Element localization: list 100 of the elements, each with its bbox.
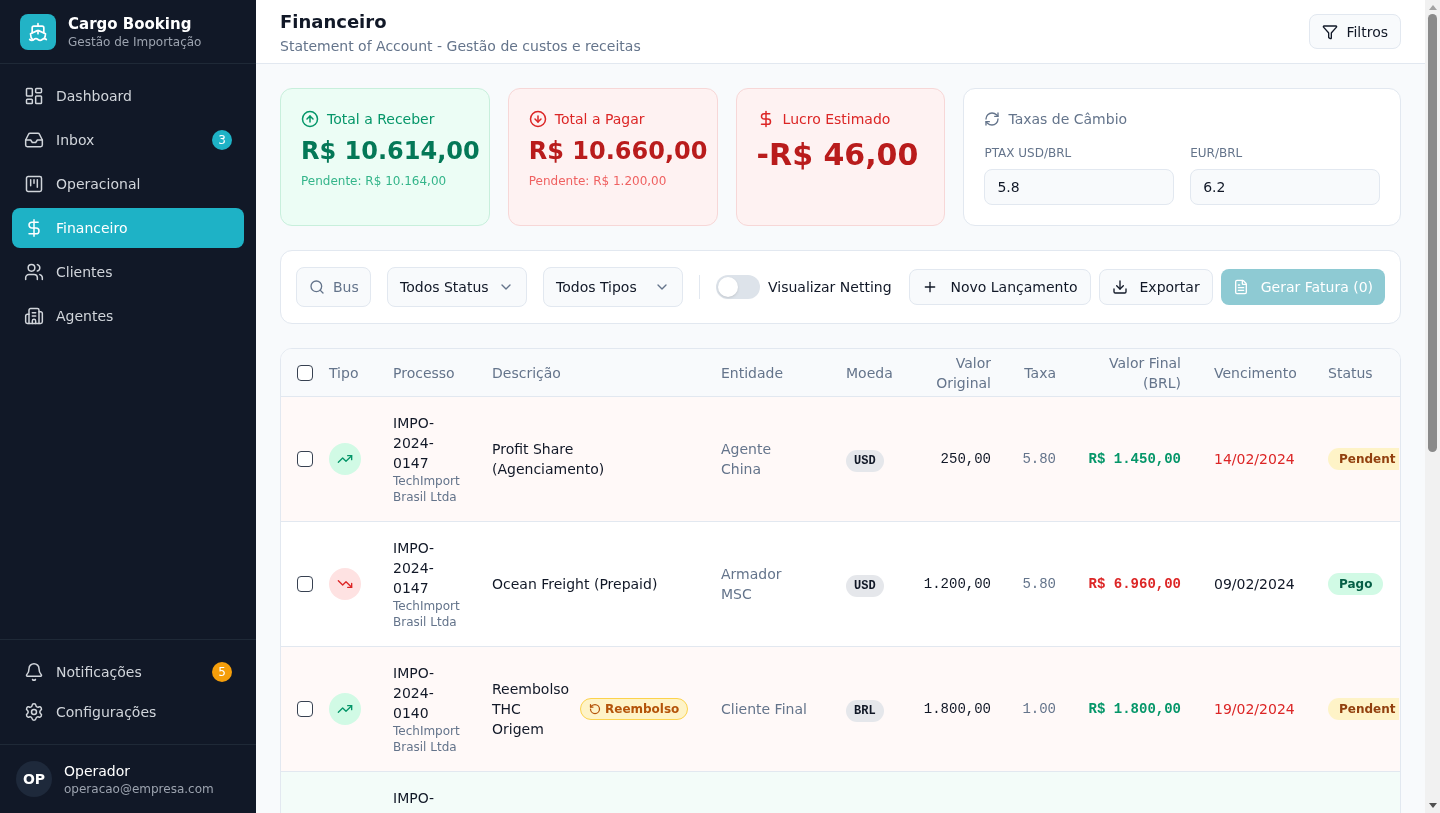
column-header: Entidade <box>721 363 784 383</box>
rate-text: 1.00 <box>1022 700 1056 719</box>
due-date-text: 14/02/2024 <box>1214 451 1295 467</box>
dashboard-icon <box>24 86 44 106</box>
final-amount-text: R$ 1.450,00 <box>1088 450 1181 469</box>
nav-item[interactable]: Configurações <box>12 692 244 732</box>
building-icon <box>24 306 44 326</box>
nav-item[interactable]: Dashboard <box>12 76 244 116</box>
card-title: Total a Receber <box>327 110 435 129</box>
process-number: IMPO- <box>393 789 436 808</box>
due-date-text: 09/02/2024 <box>1214 576 1295 592</box>
nav-item[interactable]: Operacional <box>12 164 244 204</box>
download-icon <box>1111 279 1128 295</box>
entity-text: Agente China <box>721 440 773 479</box>
kanban-icon <box>24 174 44 194</box>
currency-tag: BRL <box>846 699 884 722</box>
process-number: IMPO-2024-0140 <box>393 664 436 723</box>
refund-tag: Reembolso <box>580 698 689 720</box>
currency-tag: USD <box>846 574 884 597</box>
refresh-icon <box>984 111 1001 127</box>
client-name: TechImport Brasil Ltda <box>393 473 461 505</box>
page-subtitle: Statement of Account - Gestão de custos e receitas <box>280 36 641 56</box>
card-note: Pendente: R$ 10.164,00 <box>301 173 447 189</box>
status-badge: Pago <box>1328 573 1384 595</box>
process-number: IMPO-2024-0147 <box>393 414 436 473</box>
nav-item[interactable]: Agentes <box>12 296 244 336</box>
arrow-up-circle-icon <box>301 110 319 128</box>
final-amount-text: R$ 1.800,00 <box>1088 700 1181 719</box>
amount-text: 250,00 <box>940 450 991 469</box>
rate-input[interactable]: 6.2 <box>1190 169 1380 205</box>
rotate-icon <box>589 703 601 715</box>
card-note: Pendente: R$ 1.200,00 <box>528 173 667 189</box>
nav-item[interactable]: Notificações 5 <box>12 652 244 692</box>
column-header: Status <box>1328 363 1373 383</box>
user-name: Operador <box>64 762 132 781</box>
due-date-text: 19/02/2024 <box>1214 701 1295 717</box>
row-checkbox[interactable] <box>297 576 313 592</box>
amount-text: 1.800,00 <box>923 700 991 719</box>
netting-toggle[interactable] <box>716 275 760 299</box>
card-title: Lucro Estimado <box>782 110 891 129</box>
row-checkbox[interactable] <box>297 701 313 717</box>
column-header: Vencimento <box>1214 363 1297 383</box>
status-badge: Pendent <box>1328 698 1400 720</box>
filter-select[interactable]: Todos Tipos <box>543 267 683 307</box>
process-number: IMPO-2024-0147 <box>393 539 436 598</box>
column-header: Tipo <box>329 363 359 383</box>
column-header: Moeda <box>846 363 893 383</box>
notifications-icon <box>24 662 44 682</box>
column-header: Processo <box>393 363 455 383</box>
description-text: Ocean Freight (Prepaid) <box>492 575 658 594</box>
field-label: PTAX USD/BRL <box>984 145 1073 161</box>
final-amount-text: R$ 6.960,00 <box>1088 575 1181 594</box>
entity-text: Cliente Final <box>721 700 808 719</box>
entity-text: Armador MSC <box>721 565 783 604</box>
card-value: R$ 10.660,00 <box>528 137 708 165</box>
column-header: Valor Original <box>935 353 991 393</box>
amount-text: 1.200,00 <box>923 575 991 594</box>
search-field[interactable]: Bus <box>296 267 371 307</box>
card-value: -R$ 46,00 <box>756 137 919 173</box>
page-title: Financeiro <box>280 9 388 34</box>
inbox-icon <box>24 130 44 150</box>
action-button[interactable]: Novo Lançamento <box>909 269 1091 305</box>
rate-text: 5.80 <box>1022 450 1056 469</box>
card-title: Taxas de Câmbio <box>1008 110 1128 129</box>
card-title: Total a Pagar <box>554 110 645 129</box>
nav-item[interactable]: Clientes <box>12 252 244 292</box>
client-name: TechImport Brasil Ltda <box>393 723 461 755</box>
column-header: Descrição <box>492 363 561 383</box>
users-icon <box>24 262 44 282</box>
count-badge: 3 <box>212 130 232 150</box>
rate-text: 5.80 <box>1022 575 1056 594</box>
row-checkbox[interactable] <box>297 451 313 467</box>
column-header: Taxa <box>1024 363 1056 383</box>
description-text: Reembolso THC Origem <box>492 680 571 739</box>
currency-tag: USD <box>846 449 884 472</box>
app-subtitle: Gestão de Importação <box>68 33 202 50</box>
toggle-label: Visualizar Netting <box>768 278 892 297</box>
filter-button[interactable]: Filtros <box>1309 14 1401 49</box>
user-email: operacao@empresa.com <box>64 781 214 797</box>
search-icon <box>309 279 325 295</box>
filter-icon <box>1322 23 1339 40</box>
rate-input[interactable]: 5.8 <box>984 169 1175 205</box>
settings-icon <box>24 702 44 722</box>
filter-select[interactable]: Todos Status <box>387 267 527 307</box>
column-header: Valor Final (BRL) <box>1108 353 1181 393</box>
app-title: Cargo Booking <box>68 13 193 34</box>
action-button[interactable]: Exportar <box>1098 269 1213 305</box>
document-icon <box>1232 279 1249 295</box>
client-name: TechImport Brasil Ltda <box>393 598 461 630</box>
select-all-checkbox[interactable] <box>297 364 313 381</box>
card-value: R$ 10.614,00 <box>301 137 480 165</box>
scrollbar[interactable] <box>1425 0 1440 813</box>
arrow-down-circle-icon <box>528 110 547 128</box>
status-badge: Pendent <box>1328 448 1400 470</box>
ship-logo-icon <box>20 13 56 50</box>
field-label: EUR/BRL <box>1190 145 1244 161</box>
description-text: Profit Share (Agenciamento) <box>492 440 606 479</box>
count-badge: 5 <box>212 662 232 682</box>
avatar: OP <box>16 761 52 797</box>
nav-item[interactable]: Inbox 3 <box>12 120 244 160</box>
